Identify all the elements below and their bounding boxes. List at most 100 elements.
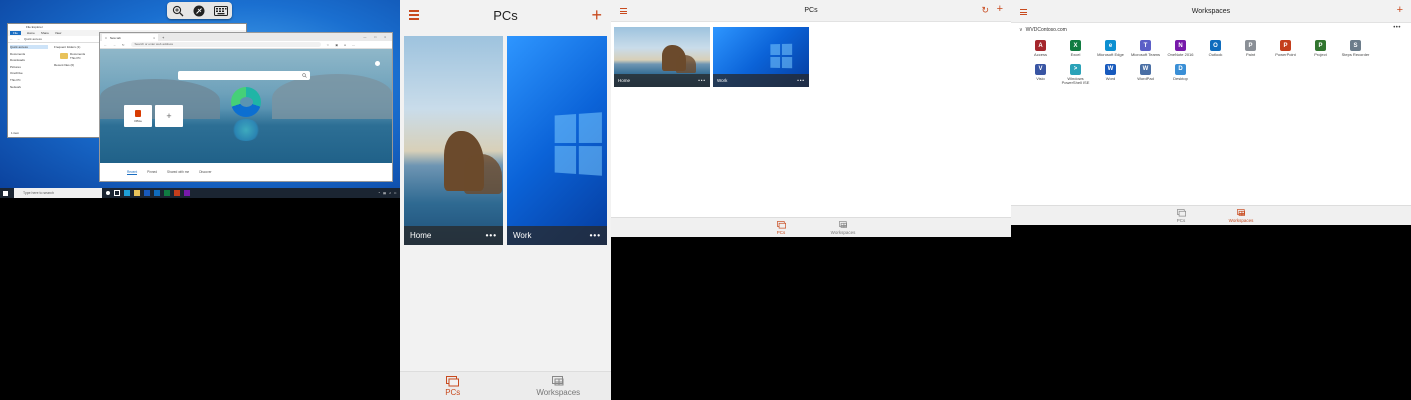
hamburger-menu-icon[interactable]: [620, 8, 627, 14]
favorites-star-icon[interactable]: ☆: [327, 43, 330, 47]
task-view-icon[interactable]: [114, 190, 120, 196]
pc-tile-work[interactable]: Work •••: [713, 27, 809, 87]
keyboard-icon[interactable]: [214, 4, 229, 18]
settings-gear-icon[interactable]: [375, 61, 380, 66]
app-tile[interactable]: X Excel: [1058, 40, 1093, 58]
chevron-down-icon[interactable]: ∨: [1019, 27, 1023, 33]
more-options-icon[interactable]: •••: [1393, 25, 1401, 31]
pc-tile-home[interactable]: Home •••: [404, 36, 503, 245]
app-tile[interactable]: O Outlook: [1198, 40, 1233, 58]
back-icon[interactable]: ←: [104, 43, 107, 47]
disconnect-icon[interactable]: [192, 4, 206, 18]
cortana-icon[interactable]: [106, 191, 110, 195]
nav-pcs[interactable]: PCs: [1151, 206, 1211, 225]
app-tile[interactable]: P Project: [1303, 40, 1338, 58]
tray-chevron-icon[interactable]: ^: [379, 191, 380, 195]
workspaces-icon: [838, 220, 847, 228]
nav-label: PCs: [445, 387, 461, 397]
nav-downloads[interactable]: Downloads: [10, 58, 48, 62]
close-icon[interactable]: ×: [384, 35, 386, 39]
feed-tab-discover[interactable]: Discover: [199, 170, 211, 174]
more-options-icon[interactable]: •••: [486, 231, 497, 240]
nav-quick-access[interactable]: Quick access: [10, 45, 48, 49]
edge-address-bar: ← → ↻ Search or enter web address ☆ ▣ ● …: [100, 41, 392, 49]
network-icon[interactable]: ▤: [383, 191, 386, 195]
outlook-taskbar-icon[interactable]: [154, 190, 160, 196]
volume-icon[interactable]: ♫: [389, 191, 391, 195]
pc-tile-home[interactable]: Home •••: [614, 27, 710, 87]
app-tile[interactable]: e Microsoft Edge: [1093, 40, 1128, 58]
profile-icon[interactable]: ●: [344, 43, 346, 47]
refresh-icon[interactable]: ↻: [122, 43, 125, 47]
more-options-icon[interactable]: •••: [797, 78, 805, 83]
more-icon[interactable]: ⋯: [352, 43, 355, 47]
nav-pcs[interactable]: PCs: [750, 218, 812, 237]
app-tile[interactable]: A Access: [1023, 40, 1058, 58]
add-quick-link[interactable]: +: [155, 105, 183, 127]
edge-taskbar-icon[interactable]: [124, 190, 130, 196]
zoom-in-icon[interactable]: [171, 4, 185, 18]
forward-arrow-icon[interactable]: →: [17, 37, 20, 41]
edge-tab[interactable]: □ New tab ×: [102, 34, 158, 41]
ribbon-view[interactable]: View: [55, 31, 61, 35]
feed-tab-recent[interactable]: Recent: [127, 170, 138, 175]
refresh-icon[interactable]: ↻: [981, 5, 989, 16]
word-taskbar-icon[interactable]: [144, 190, 150, 196]
ribbon-home[interactable]: Home: [27, 31, 35, 35]
edge-browser-window[interactable]: □ New tab × + — □ × ← → ↻ Search or ente…: [99, 32, 393, 182]
start-button[interactable]: [0, 188, 10, 198]
close-tab-icon[interactable]: ×: [153, 36, 155, 40]
nav-network[interactable]: Network: [10, 85, 48, 89]
nav-pictures[interactable]: Pictures: [10, 65, 48, 69]
nav-pcs[interactable]: PCs: [400, 372, 506, 400]
app-tile[interactable]: S Steps Recorder: [1338, 40, 1373, 58]
app-tile[interactable]: P PowerPoint: [1268, 40, 1303, 58]
system-tray: ^ ▤ ♫ □: [379, 191, 400, 195]
edge-search-box[interactable]: [178, 71, 310, 80]
nav-onedrive[interactable]: OneDrive: [10, 71, 48, 75]
app-tile[interactable]: D Desktop: [1163, 63, 1198, 86]
more-options-icon[interactable]: •••: [590, 231, 601, 240]
add-icon[interactable]: +: [1397, 4, 1403, 16]
forward-icon[interactable]: →: [113, 43, 116, 47]
app-tile[interactable]: T Microsoft Teams: [1128, 40, 1163, 58]
file-explorer-taskbar-icon[interactable]: [134, 190, 140, 196]
feed-tab-pinned[interactable]: Pinned: [147, 170, 157, 174]
app-icon: N: [1175, 40, 1186, 51]
hamburger-menu-icon[interactable]: [1020, 9, 1027, 15]
nav-this-pc[interactable]: This PC: [10, 78, 48, 82]
ribbon-file[interactable]: File: [10, 31, 21, 35]
edge-url-input[interactable]: Search or enter web address: [130, 42, 321, 47]
notification-icon[interactable]: □: [394, 191, 396, 195]
minimize-icon[interactable]: —: [363, 35, 366, 39]
excel-taskbar-icon[interactable]: [164, 190, 170, 196]
feed-tab-shared[interactable]: Shared with me: [167, 170, 189, 174]
add-icon[interactable]: +: [997, 3, 1003, 15]
taskbar-search[interactable]: Type here to search: [14, 188, 102, 198]
powerpoint-taskbar-icon[interactable]: [174, 190, 180, 196]
onenote-taskbar-icon[interactable]: [184, 190, 190, 196]
more-options-icon[interactable]: •••: [698, 78, 706, 83]
app-icon: X: [1070, 40, 1081, 51]
new-tab-icon[interactable]: +: [162, 35, 164, 40]
quick-link-office[interactable]: Office: [124, 105, 152, 127]
collections-icon[interactable]: ▣: [335, 43, 338, 47]
app-tile[interactable]: V Visio: [1023, 63, 1058, 86]
app-tile[interactable]: W WordPad: [1128, 63, 1163, 86]
nav-workspaces[interactable]: Workspaces: [1211, 206, 1271, 225]
remote-desktop-session[interactable]: File Explorer File Home Share View ← → Q…: [0, 0, 400, 198]
nav-workspaces[interactable]: Workspaces: [812, 218, 874, 237]
app-tile[interactable]: > Windows PowerShell ISE: [1058, 63, 1093, 86]
back-arrow-icon[interactable]: ←: [10, 37, 13, 41]
app-tile[interactable]: W Word: [1093, 63, 1128, 86]
pc-tile-work[interactable]: Work •••: [507, 36, 607, 245]
workspace-feed-header[interactable]: ∨ WVDContoso.com •••: [1011, 23, 1411, 37]
nav-documents[interactable]: Documents: [10, 52, 48, 56]
add-icon[interactable]: +: [591, 5, 602, 26]
ribbon-share[interactable]: Share: [41, 31, 49, 35]
app-tile[interactable]: P Paint: [1233, 40, 1268, 58]
app-tile[interactable]: N OneNote 2016: [1163, 40, 1198, 58]
maximize-icon[interactable]: □: [374, 35, 376, 39]
hamburger-menu-icon[interactable]: [409, 10, 419, 20]
nav-workspaces[interactable]: Workspaces: [506, 372, 612, 400]
